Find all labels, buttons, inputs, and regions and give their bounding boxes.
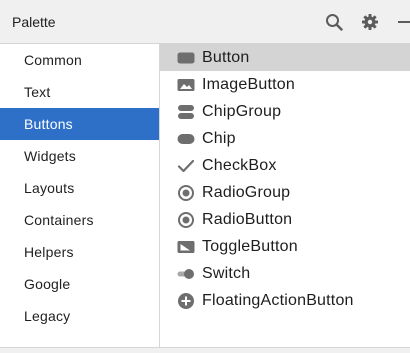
widget-item-floatingactionbutton[interactable]: FloatingActionButton: [160, 287, 410, 314]
widget-item-chip[interactable]: Chip: [160, 125, 410, 152]
gear-icon[interactable]: [360, 12, 380, 32]
checkmark-icon: [176, 157, 196, 175]
search-icon[interactable]: [324, 12, 344, 32]
category-item-layouts[interactable]: Layouts: [0, 172, 159, 204]
category-label: Widgets: [24, 148, 76, 164]
palette-footer: [0, 347, 410, 353]
widget-item-togglebutton[interactable]: ToggleButton: [160, 233, 410, 260]
minimize-icon[interactable]: [394, 12, 410, 32]
widget-item-button[interactable]: Button: [160, 44, 410, 71]
widget-item-imagebutton[interactable]: ImageButton: [160, 71, 410, 98]
widget-item-radiogroup[interactable]: RadioGroup: [160, 179, 410, 206]
category-label: Text: [24, 84, 51, 100]
widget-list: Button ImageButton ChipGroup Chip CheckB…: [160, 44, 410, 347]
switch-icon: [176, 265, 196, 283]
category-item-legacy[interactable]: Legacy: [0, 300, 159, 332]
chip-icon: [176, 130, 196, 148]
category-label: Helpers: [24, 244, 74, 260]
widget-label: ImageButton: [202, 75, 295, 93]
chip-group-icon: [176, 103, 196, 121]
category-item-google[interactable]: Google: [0, 268, 159, 300]
fab-icon: [176, 292, 196, 310]
widget-label: RadioButton: [202, 210, 293, 228]
panel-title: Palette: [12, 14, 56, 30]
widget-item-checkbox[interactable]: CheckBox: [160, 152, 410, 179]
widget-item-chipgroup[interactable]: ChipGroup: [160, 98, 410, 125]
category-label: Common: [24, 52, 82, 68]
widget-label: CheckBox: [202, 156, 277, 174]
widget-label: Chip: [202, 129, 236, 147]
category-label: Google: [24, 276, 71, 292]
radio-button-icon: [176, 211, 196, 229]
radio-group-icon: [176, 184, 196, 202]
palette-panel: Palette Common Text Buttons Widgets Layo…: [0, 0, 410, 353]
toggle-button-icon: [176, 238, 196, 256]
category-label: Layouts: [24, 180, 75, 196]
button-icon: [176, 49, 196, 67]
category-label: Legacy: [24, 308, 71, 324]
category-item-text[interactable]: Text: [0, 76, 159, 108]
category-item-common[interactable]: Common: [0, 44, 159, 76]
category-item-containers[interactable]: Containers: [0, 204, 159, 236]
widget-label: ToggleButton: [202, 237, 298, 255]
image-button-icon: [176, 76, 196, 94]
widget-label: Button: [202, 48, 250, 66]
category-item-widgets[interactable]: Widgets: [0, 140, 159, 172]
widget-item-switch[interactable]: Switch: [160, 260, 410, 287]
category-label: Buttons: [24, 116, 73, 132]
widget-label: ChipGroup: [202, 102, 282, 120]
palette-header: Palette: [0, 0, 410, 44]
widget-item-radiobutton[interactable]: RadioButton: [160, 206, 410, 233]
widget-label: FloatingActionButton: [202, 291, 354, 309]
widget-label: Switch: [202, 264, 251, 282]
category-item-helpers[interactable]: Helpers: [0, 236, 159, 268]
category-item-buttons[interactable]: Buttons: [0, 108, 159, 140]
category-list: Common Text Buttons Widgets Layouts Cont…: [0, 44, 160, 347]
category-label: Containers: [24, 212, 94, 228]
widget-label: RadioGroup: [202, 183, 291, 201]
